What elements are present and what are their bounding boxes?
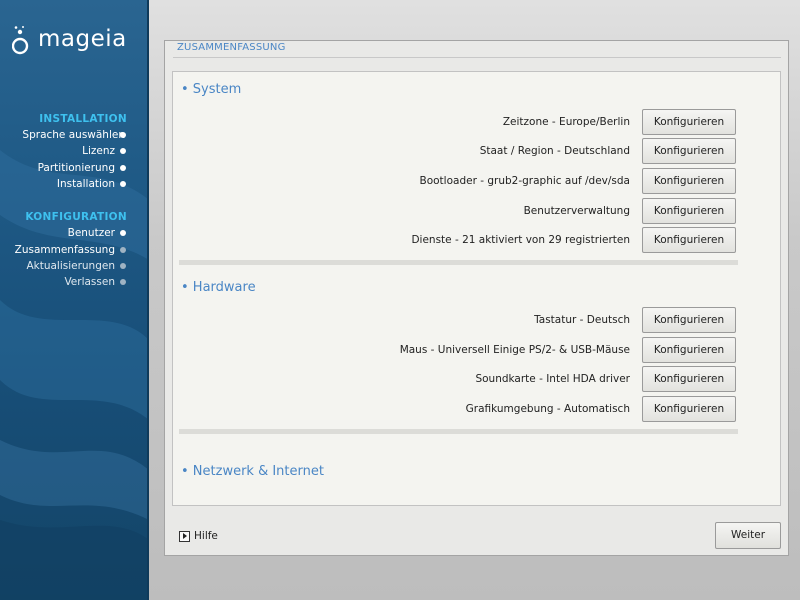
row-label-user-management: Benutzerverwaltung bbox=[523, 205, 630, 217]
title-divider bbox=[173, 57, 781, 58]
sidebar-step-label: Sprache auswählen bbox=[22, 129, 125, 141]
row-label-timezone: Zeitzone - Europe/Berlin bbox=[502, 116, 630, 128]
step-pending-dot-icon bbox=[120, 263, 126, 269]
step-done-dot-icon bbox=[120, 165, 126, 171]
mageia-bubble-icon bbox=[12, 26, 29, 55]
configure-mouse-button[interactable]: Konfigurieren bbox=[642, 337, 736, 363]
configure-user-management-button[interactable]: Konfigurieren bbox=[642, 198, 736, 224]
section-title-system: • System bbox=[181, 82, 242, 97]
sidebar-step-label: Verlassen bbox=[64, 276, 115, 288]
help-label: Hilfe bbox=[194, 530, 218, 542]
row-label-bootloader: Bootloader - grub2-graphic auf /dev/sda bbox=[419, 175, 631, 187]
row-label-mouse: Maus - Universell Einige PS/2- & USB-Mäu… bbox=[399, 344, 630, 356]
sidebar: mageia INSTALLATION Sprache auswählen Li… bbox=[0, 0, 149, 600]
row-label-graphics: Grafikumgebung - Automatisch bbox=[465, 403, 630, 415]
summary-panel: ZUSAMMENFASSUNG • System Zeitzone - Euro… bbox=[164, 40, 789, 556]
configure-bootloader-button[interactable]: Konfigurieren bbox=[642, 168, 736, 194]
help-button[interactable]: Hilfe bbox=[179, 528, 218, 544]
sidebar-step-label: Zusammenfassung bbox=[14, 244, 115, 256]
help-play-icon bbox=[179, 530, 190, 542]
logo-text: mageia bbox=[38, 26, 127, 52]
configure-country-button[interactable]: Konfigurieren bbox=[642, 138, 736, 164]
configure-timezone-button[interactable]: Konfigurieren bbox=[642, 109, 736, 135]
step-done-dot-icon bbox=[120, 230, 126, 236]
row-label-keyboard: Tastatur - Deutsch bbox=[534, 314, 630, 326]
sidebar-step-label: Partitionierung bbox=[37, 162, 115, 174]
step-done-dot-icon bbox=[120, 132, 126, 138]
next-button[interactable]: Weiter bbox=[715, 522, 781, 549]
page-title: ZUSAMMENFASSUNG bbox=[177, 42, 286, 53]
sidebar-step-label: Aktualisierungen bbox=[26, 260, 115, 272]
row-label-soundcard: Soundkarte - Intel HDA driver bbox=[475, 373, 630, 385]
sidebar-step-label: Lizenz bbox=[82, 145, 115, 157]
step-current-dot-icon bbox=[120, 247, 126, 253]
configure-keyboard-button[interactable]: Konfigurieren bbox=[642, 307, 736, 333]
sidebar-step-label: Benutzer bbox=[67, 227, 115, 239]
mageia-logo: mageia bbox=[12, 26, 142, 56]
sidebar-step-label: Installation bbox=[56, 178, 115, 190]
step-done-dot-icon bbox=[120, 181, 126, 187]
configure-graphics-button[interactable]: Konfigurieren bbox=[642, 396, 736, 422]
configure-services-button[interactable]: Konfigurieren bbox=[642, 227, 736, 253]
sidebar-wave-decoration bbox=[0, 150, 149, 600]
section-separator bbox=[179, 260, 738, 265]
row-label-services: Dienste - 21 aktiviert von 29 registrier… bbox=[411, 234, 630, 246]
step-done-dot-icon bbox=[120, 148, 126, 154]
summary-content[interactable]: • System Zeitzone - Europe/Berlin Konfig… bbox=[172, 71, 781, 506]
configure-soundcard-button[interactable]: Konfigurieren bbox=[642, 366, 736, 392]
configuration-heading: KONFIGURATION bbox=[25, 211, 127, 223]
row-label-country: Staat / Region - Deutschland bbox=[479, 145, 630, 157]
step-pending-dot-icon bbox=[120, 279, 126, 285]
installation-heading: INSTALLATION bbox=[39, 113, 127, 125]
section-separator bbox=[179, 429, 738, 434]
section-title-hardware: • Hardware bbox=[181, 280, 256, 295]
section-title-network: • Netzwerk & Internet bbox=[181, 464, 324, 479]
